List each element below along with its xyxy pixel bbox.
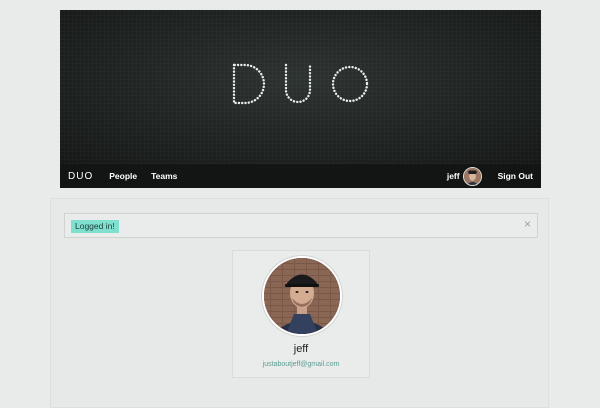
- profile-photo-icon: [264, 258, 340, 334]
- sign-out-link[interactable]: Sign Out: [498, 171, 533, 181]
- profile-email-link[interactable]: justaboutjeff@gmail.com: [233, 361, 369, 368]
- hero-banner: [60, 10, 541, 164]
- user-avatar-icon: [463, 167, 481, 185]
- flash-message-text: Logged in!: [71, 220, 119, 233]
- nav-brand-link[interactable]: DUO: [68, 171, 93, 182]
- flash-message: Logged in! ×: [64, 213, 538, 238]
- top-navigation: DUO People Teams jeff Sign Out: [60, 164, 541, 188]
- profile-avatar: [262, 256, 342, 336]
- nav-user-menu[interactable]: jeff: [446, 166, 482, 186]
- hero-logo-graphic: [232, 63, 368, 105]
- nav-link-people[interactable]: People: [109, 171, 137, 181]
- close-icon[interactable]: ×: [524, 217, 531, 231]
- avatar: [462, 166, 482, 186]
- profile-card: jeff justaboutjeff@gmail.com: [232, 250, 370, 378]
- nav-link-teams[interactable]: Teams: [151, 171, 177, 181]
- hero-logo: [60, 62, 541, 111]
- site-header: DUO People Teams jeff Sign Out: [60, 10, 541, 188]
- nav-user-name: jeff: [446, 171, 460, 181]
- profile-name: jeff: [293, 343, 309, 355]
- main-content: Logged in! × jeff justaboutjeff@gmail.co…: [50, 198, 549, 408]
